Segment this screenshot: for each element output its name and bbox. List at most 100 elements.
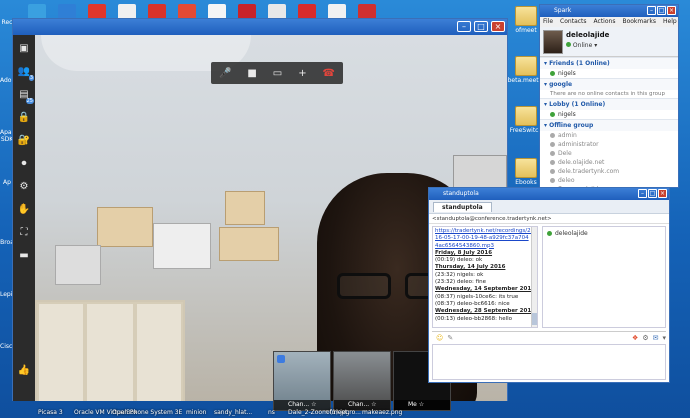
spell-icon[interactable]: ❖ xyxy=(632,334,638,342)
maximize-button[interactable]: □ xyxy=(657,6,666,15)
contact-name: Dele xyxy=(558,150,572,157)
transcript-message: (23:32) nigels: ok xyxy=(435,271,484,278)
menu-icon[interactable]: ▾ xyxy=(662,334,666,342)
transcript-link[interactable]: https://tradertynk.net/recordings/20 xyxy=(435,228,535,235)
contact-name: admin xyxy=(558,132,577,139)
thumbs-up-icon[interactable]: 👍 xyxy=(15,361,33,379)
desktop-label[interactable]: minion xyxy=(186,409,206,416)
invite-icon[interactable]: ✉ xyxy=(653,334,659,342)
presence-status[interactable]: Online ▾ xyxy=(566,42,597,49)
presence-icon xyxy=(547,231,552,236)
spark-roster-window: Spark – □ × File Contacts Actions Bookma… xyxy=(539,4,679,193)
contact-name: dele.olajide.net xyxy=(558,159,605,166)
minimize-button[interactable]: – xyxy=(638,189,647,198)
occupant[interactable]: deleolajide xyxy=(545,229,663,238)
menu-actions[interactable]: Actions xyxy=(594,17,616,27)
transcript-message: (08:37) deleo-bc6616: nice xyxy=(435,300,510,307)
folder-icon xyxy=(515,106,537,126)
fullscreen-icon[interactable]: ⛶ xyxy=(15,223,33,241)
minimize-button[interactable]: – xyxy=(647,6,656,15)
call-controls-bar: 🎤 ■ ▭ + ☎ xyxy=(211,62,343,84)
roster-list: ▾ Friends (1 Online) nigels ▾ google There … xyxy=(540,57,678,194)
settings-icon[interactable]: ⚙ xyxy=(15,177,33,195)
chat-tab-bar: standuptola xyxy=(429,200,669,214)
avatar xyxy=(543,30,563,54)
menu-contacts[interactable]: Contacts xyxy=(560,17,586,27)
menu-bookmarks[interactable]: Bookmarks xyxy=(622,17,656,27)
roster-contact[interactable]: dele.tradertynk.com xyxy=(540,167,678,176)
transcript-date: Wednesday, 14 September 2016 xyxy=(435,286,535,293)
roster-contact[interactable]: nigels xyxy=(540,69,678,78)
folder-icon xyxy=(515,6,537,26)
chat-message-input[interactable] xyxy=(432,344,666,380)
screen-share-icon[interactable]: ▣ xyxy=(15,39,33,57)
chat-transcript[interactable]: https://tradertynk.net/recordings/20 16-0… xyxy=(432,226,538,328)
storage-box xyxy=(153,223,211,269)
chat-icon[interactable]: ▤ 25 xyxy=(15,85,34,104)
presence-icon xyxy=(550,169,555,174)
roster-contact[interactable]: Dele xyxy=(540,149,678,158)
menu-help[interactable]: Help xyxy=(663,17,677,27)
star-icon[interactable]: ☆ xyxy=(311,401,316,408)
desktop-label[interactable]: ns xyxy=(268,409,275,416)
roster-group-header[interactable]: ▾ Offline group xyxy=(540,119,678,131)
desktop-label[interactable]: makeaez.png xyxy=(362,409,402,416)
video-side-toolbar: ▣ 👥 3 ▤ 25 🔒 🔐 ⏺ ⚙ ✋ ⛶ ▬ 👍 xyxy=(13,35,35,401)
record-icon[interactable]: ⏺ xyxy=(15,154,33,172)
roster-group-header[interactable]: ▾ Lobby (1 Online) xyxy=(540,98,678,110)
roster-contact[interactable]: administrator xyxy=(540,140,678,149)
close-button[interactable]: × xyxy=(667,6,676,15)
camera-icon[interactable]: ■ xyxy=(247,68,256,79)
chat-titlebar[interactable]: standuptola – □ × xyxy=(429,188,669,200)
group-chat-window: standuptola – □ × standuptola <standupto… xyxy=(428,187,670,383)
star-icon[interactable]: ☆ xyxy=(419,401,424,408)
chat-tab[interactable]: standuptola xyxy=(433,202,492,212)
attach-icon[interactable]: ✎ xyxy=(447,334,453,342)
chat-title: standuptola xyxy=(443,190,479,197)
desktop-share-icon[interactable]: ▭ xyxy=(273,68,282,79)
desktop-icon[interactable]: ▬ xyxy=(15,246,33,264)
roster-contact[interactable]: nigels xyxy=(540,110,678,119)
roster-group-header[interactable]: ▾ google xyxy=(540,78,678,90)
thumbnail-participant[interactable]: Chan... ☆ xyxy=(273,351,331,411)
desktop-label[interactable]: sandy_hlat... xyxy=(214,409,252,416)
close-button[interactable]: × xyxy=(491,21,505,32)
chat-input-toolbar: ☺ ✎ ❖ ⚙ ✉ ▾ xyxy=(432,331,666,343)
storage-box xyxy=(97,207,153,247)
lock-icon[interactable]: 🔒 xyxy=(15,108,33,126)
participants-icon[interactable]: 👥 3 xyxy=(15,62,34,81)
emoticon-icon[interactable]: ☺ xyxy=(436,334,443,342)
maximize-button[interactable]: □ xyxy=(474,21,488,32)
desktop-label[interactable]: ofmeet.ro... xyxy=(326,409,361,416)
minimize-button[interactable]: – xyxy=(457,21,471,32)
count-badge: 3 xyxy=(28,75,34,81)
roster-contact[interactable]: dele.olajide.net xyxy=(540,158,678,167)
raise-hand-icon[interactable]: ✋ xyxy=(15,200,33,218)
roster-contact[interactable]: deleo xyxy=(540,176,678,185)
add-user-icon[interactable]: + xyxy=(298,68,306,79)
transcript-message: (00:13) deleo-bb2868: hello xyxy=(435,315,512,322)
lock-room-icon[interactable]: 🔐 xyxy=(15,131,33,149)
contact-name: administrator xyxy=(558,141,599,148)
close-button[interactable]: × xyxy=(658,189,667,198)
maximize-button[interactable]: □ xyxy=(648,189,657,198)
transcript-link[interactable]: 4ac6564543860.mp3 xyxy=(435,243,535,250)
thumbnail-participant[interactable]: Chan... ☆ xyxy=(333,351,391,411)
transcript-scrollbar[interactable] xyxy=(531,227,537,327)
microphone-icon[interactable]: 🎤 xyxy=(219,68,231,79)
menu-file[interactable]: File xyxy=(543,17,553,27)
roster-group-header[interactable]: ▾ Friends (1 Online) xyxy=(540,57,678,69)
desktop-label[interactable]: Picasa 3 xyxy=(38,409,63,416)
group-empty-note: There are no online contacts in this gro… xyxy=(550,91,665,97)
spark-titlebar[interactable]: Spark – □ × xyxy=(540,5,678,17)
desktop-label[interactable]: Open Phone System 3E xyxy=(112,409,182,416)
thumbnail-indicator xyxy=(277,355,285,363)
settings-icon[interactable]: ⚙ xyxy=(642,334,648,342)
room-address: <standuptola@conference.tradertynk.net> xyxy=(429,214,669,224)
user-profile: deleolajide Online ▾ xyxy=(540,27,678,57)
transcript-link[interactable]: 16-05-17-00-19-48-a929fc37a704 xyxy=(435,235,535,242)
hangup-icon[interactable]: ☎ xyxy=(323,68,335,79)
video-window-titlebar[interactable]: – □ × xyxy=(13,19,507,35)
roster-contact[interactable]: admin xyxy=(540,131,678,140)
star-icon[interactable]: ☆ xyxy=(371,401,376,408)
